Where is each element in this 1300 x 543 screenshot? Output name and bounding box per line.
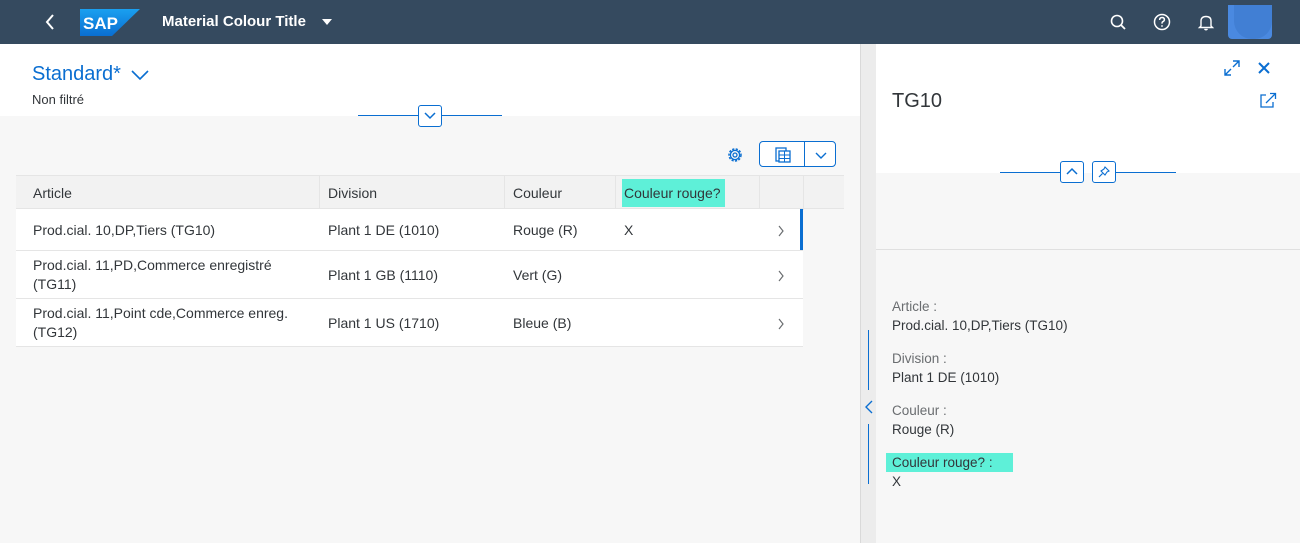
field-value: Plant 1 DE (1010) — [892, 370, 1000, 385]
cell-article: Prod.cial. 11,PD,Commerce enregistré (TG… — [33, 251, 272, 299]
back-icon[interactable] — [40, 10, 62, 34]
chevron-left-icon[interactable] — [864, 400, 874, 414]
field-label: Couleur : — [892, 403, 947, 418]
selected-row-indicator — [800, 209, 803, 250]
export-button[interactable] — [759, 141, 805, 167]
column-header-article[interactable]: Article — [16, 176, 320, 210]
table-row[interactable]: Prod.cial. 11,PD,Commerce enregistré (TG… — [16, 251, 803, 299]
field-value: Rouge (R) — [892, 422, 955, 437]
help-icon[interactable] — [1151, 11, 1173, 33]
cell-text: Rouge (R) — [513, 222, 578, 238]
chevron-right-icon[interactable] — [777, 317, 785, 330]
cell-text: Plant 1 DE (1010) — [328, 222, 440, 238]
cell-text: Prod.cial. 10,DP,Tiers (TG10) — [33, 222, 216, 238]
expand-header-button[interactable] — [418, 105, 442, 127]
header-divider-right — [442, 115, 502, 116]
fullscreen-icon[interactable] — [1222, 58, 1242, 78]
app-title[interactable]: Material Colour Title — [162, 13, 306, 30]
field-value: Prod.cial. 10,DP,Tiers (TG10) — [892, 318, 1068, 333]
detail-title: TG10 — [892, 90, 943, 112]
field-label: Article : — [892, 299, 938, 314]
cell-text: X — [624, 222, 634, 238]
detail-divider-left — [1000, 172, 1060, 173]
cell-couleur: Bleue (B) — [513, 299, 571, 347]
user-avatar[interactable] — [1228, 5, 1272, 39]
sap-logo[interactable]: SAP — [80, 9, 140, 36]
spreadsheet-icon — [775, 147, 791, 163]
splitter-line-top — [868, 330, 869, 390]
column-header-couleur-rouge[interactable]: Couleur rouge? — [616, 176, 760, 210]
cell-article: Prod.cial. 11,Point cde,Commerce enreg. … — [33, 299, 288, 347]
cell-text: (TG12) — [33, 324, 78, 340]
cell-text: Plant 1 GB (1110) — [328, 267, 438, 283]
pin-icon — [1098, 166, 1110, 178]
shell-bar: SAP Material Colour Title — [0, 0, 1300, 44]
field-division: Division : Plant 1 DE (1010) — [892, 351, 999, 385]
app-title-dropdown-icon[interactable] — [322, 19, 332, 25]
field-couleur-rouge: Couleur rouge? : X — [886, 453, 1013, 489]
field-label: Couleur rouge? : — [886, 453, 1013, 472]
detail-divider-right — [1116, 172, 1176, 173]
column-label: Couleur — [513, 185, 563, 201]
chevron-right-icon[interactable] — [777, 224, 785, 237]
dynamic-page-header: Standard* Non filtré — [0, 44, 860, 127]
chevron-down-icon — [815, 152, 827, 159]
export-dropdown-button[interactable] — [804, 141, 836, 167]
column-header-division[interactable]: Division — [320, 176, 505, 210]
cell-couleur: Vert (G) — [513, 251, 562, 299]
field-article: Article : Prod.cial. 10,DP,Tiers (TG10) — [892, 299, 1068, 333]
cell-text: Plant 1 US (1710) — [328, 315, 440, 331]
column-header-nav — [760, 176, 804, 210]
svg-text:SAP: SAP — [83, 14, 118, 33]
pin-header-button[interactable] — [1092, 161, 1116, 183]
filter-status: Non filtré — [32, 92, 85, 107]
splitter-line-bottom — [868, 424, 869, 484]
settings-icon[interactable] — [724, 144, 746, 166]
column-label: Article — [33, 185, 72, 201]
field-couleur: Couleur : Rouge (R) — [892, 403, 954, 437]
detail-header: TG10 — [876, 44, 1300, 183]
cell-couleur-rouge: X — [624, 209, 633, 251]
section-divider — [876, 249, 1300, 250]
close-icon[interactable] — [1254, 58, 1274, 78]
field-label: Division : — [892, 351, 947, 366]
column-label: Division — [328, 185, 378, 201]
cell-division: Plant 1 US (1710) — [328, 299, 439, 347]
cell-text: (TG11) — [33, 276, 77, 292]
table-row[interactable]: Prod.cial. 10,DP,Tiers (TG10) Plant 1 DE… — [16, 209, 803, 251]
table-header: Article Division Couleur Couleur rouge? — [16, 175, 844, 210]
share-icon[interactable] — [1258, 90, 1278, 110]
detail-panel: TG10 Article : Prod.cial. 10,DP,Tiers (T… — [876, 44, 1300, 543]
variant-title[interactable]: Standard* — [32, 63, 121, 86]
field-value: X — [892, 474, 902, 489]
column-label: Couleur rouge? — [622, 179, 725, 207]
notification-icon[interactable] — [1195, 11, 1217, 33]
cell-division: Plant 1 DE (1010) — [328, 209, 439, 251]
column-header-couleur[interactable]: Couleur — [505, 176, 616, 210]
header-divider-left — [358, 115, 418, 116]
cell-text: Prod.cial. 11,Point cde,Commerce enreg. — [33, 305, 288, 321]
results-table: Article Division Couleur Couleur rouge? … — [16, 175, 844, 347]
cell-text: Prod.cial. 11,PD,Commerce enregistré — [33, 257, 272, 273]
cell-article: Prod.cial. 10,DP,Tiers (TG10) — [33, 209, 215, 251]
avatar-shape — [1234, 5, 1272, 39]
cell-division: Plant 1 GB (1110) — [328, 251, 438, 299]
collapse-header-button[interactable] — [1060, 161, 1084, 183]
table-row[interactable]: Prod.cial. 11,Point cde,Commerce enreg. … — [16, 299, 803, 347]
cell-couleur: Rouge (R) — [513, 209, 578, 251]
cell-text: Bleue (B) — [513, 315, 572, 331]
cell-text: Vert (G) — [513, 267, 563, 283]
chevron-down-icon[interactable] — [131, 68, 149, 81]
layout-splitter[interactable] — [860, 44, 876, 543]
chevron-right-icon[interactable] — [777, 269, 785, 282]
search-icon[interactable] — [1107, 11, 1129, 33]
